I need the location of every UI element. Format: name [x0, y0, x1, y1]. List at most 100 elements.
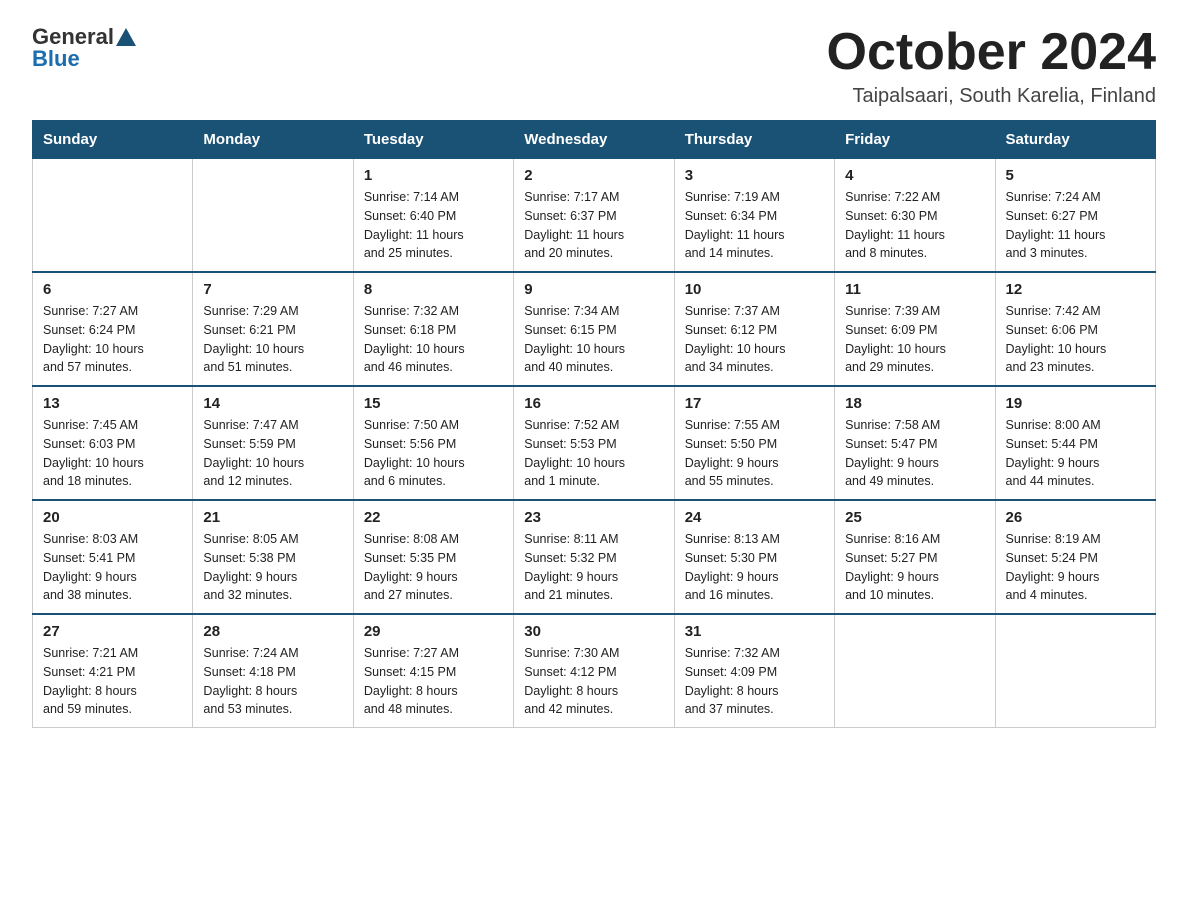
day-number: 13	[43, 395, 182, 412]
calendar-cell: 11 Sunrise: 7:39 AM Sunset: 6:09 PM Dayli…	[835, 272, 995, 386]
day-number: 2	[524, 167, 663, 184]
day-number: 17	[685, 395, 824, 412]
day-number: 5	[1006, 167, 1145, 184]
calendar-table: SundayMondayTuesdayWednesdayThursdayFrid…	[32, 120, 1156, 728]
calendar-cell: 21 Sunrise: 8:05 AM Sunset: 5:38 PM Dayli…	[193, 500, 353, 614]
day-of-week-header: Saturday	[995, 121, 1155, 159]
day-info: Sunrise: 8:19 AM Sunset: 5:24 PM Dayligh…	[1006, 530, 1145, 605]
day-number: 15	[364, 395, 503, 412]
day-info: Sunrise: 7:37 AM Sunset: 6:12 PM Dayligh…	[685, 302, 824, 377]
calendar-cell: 5 Sunrise: 7:24 AM Sunset: 6:27 PM Daylig…	[995, 159, 1155, 273]
day-number: 4	[845, 167, 984, 184]
calendar-cell: 2 Sunrise: 7:17 AM Sunset: 6:37 PM Daylig…	[514, 159, 674, 273]
calendar-week-row: 27Sunrise: 7:21 AM Sunset: 4:21 PM Dayli…	[33, 614, 1156, 728]
month-title: October 2024	[827, 24, 1157, 81]
day-info: Sunrise: 7:27 AM Sunset: 4:15 PM Dayligh…	[364, 644, 503, 719]
calendar-cell: 26 Sunrise: 8:19 AM Sunset: 5:24 PM Dayli…	[995, 500, 1155, 614]
day-number: 31	[685, 623, 824, 640]
day-info: Sunrise: 7:45 AM Sunset: 6:03 PM Dayligh…	[43, 416, 182, 491]
day-info: Sunrise: 7:24 AM Sunset: 6:27 PM Dayligh…	[1006, 188, 1145, 263]
day-number: 25	[845, 509, 984, 526]
day-number: 16	[524, 395, 663, 412]
calendar-cell: 28 Sunrise: 7:24 AM Sunset: 4:18 PM Dayli…	[193, 614, 353, 728]
day-number: 20	[43, 509, 182, 526]
calendar-cell: 3 Sunrise: 7:19 AM Sunset: 6:34 PM Daylig…	[674, 159, 834, 273]
day-info: Sunrise: 7:22 AM Sunset: 6:30 PM Dayligh…	[845, 188, 984, 263]
calendar-cell: 27Sunrise: 7:21 AM Sunset: 4:21 PM Dayli…	[33, 614, 193, 728]
day-number: 27	[43, 623, 182, 640]
day-info: Sunrise: 7:42 AM Sunset: 6:06 PM Dayligh…	[1006, 302, 1145, 377]
calendar-cell: 10 Sunrise: 7:37 AM Sunset: 6:12 PM Dayli…	[674, 272, 834, 386]
logo: General Blue	[32, 24, 138, 72]
day-number: 3	[685, 167, 824, 184]
page-header: General Blue October 2024 Taipalsaari, S…	[32, 24, 1156, 108]
day-number: 29	[364, 623, 503, 640]
day-info: Sunrise: 7:27 AM Sunset: 6:24 PM Dayligh…	[43, 302, 182, 377]
day-info: Sunrise: 8:13 AM Sunset: 5:30 PM Dayligh…	[685, 530, 824, 605]
day-info: Sunrise: 8:03 AM Sunset: 5:41 PM Dayligh…	[43, 530, 182, 605]
day-info: Sunrise: 8:11 AM Sunset: 5:32 PM Dayligh…	[524, 530, 663, 605]
calendar-cell: 4 Sunrise: 7:22 AM Sunset: 6:30 PM Daylig…	[835, 159, 995, 273]
day-of-week-header: Monday	[193, 121, 353, 159]
calendar-cell: 1Sunrise: 7:14 AM Sunset: 6:40 PM Daylig…	[353, 159, 513, 273]
calendar-cell: 7 Sunrise: 7:29 AM Sunset: 6:21 PM Daylig…	[193, 272, 353, 386]
day-number: 7	[203, 281, 342, 298]
day-number: 11	[845, 281, 984, 298]
day-info: Sunrise: 7:55 AM Sunset: 5:50 PM Dayligh…	[685, 416, 824, 491]
calendar-cell: 22Sunrise: 8:08 AM Sunset: 5:35 PM Dayli…	[353, 500, 513, 614]
calendar-cell: 6 Sunrise: 7:27 AM Sunset: 6:24 PM Daylig…	[33, 272, 193, 386]
day-number: 21	[203, 509, 342, 526]
calendar-cell: 8Sunrise: 7:32 AM Sunset: 6:18 PM Daylig…	[353, 272, 513, 386]
calendar-cell: 14Sunrise: 7:47 AM Sunset: 5:59 PM Dayli…	[193, 386, 353, 500]
calendar-cell: 13 Sunrise: 7:45 AM Sunset: 6:03 PM Dayli…	[33, 386, 193, 500]
day-number: 22	[364, 509, 503, 526]
day-info: Sunrise: 7:52 AM Sunset: 5:53 PM Dayligh…	[524, 416, 663, 491]
day-info: Sunrise: 8:16 AM Sunset: 5:27 PM Dayligh…	[845, 530, 984, 605]
day-of-week-header: Sunday	[33, 121, 193, 159]
day-number: 6	[43, 281, 182, 298]
day-info: Sunrise: 7:19 AM Sunset: 6:34 PM Dayligh…	[685, 188, 824, 263]
day-info: Sunrise: 7:30 AM Sunset: 4:12 PM Dayligh…	[524, 644, 663, 719]
calendar-cell: 16 Sunrise: 7:52 AM Sunset: 5:53 PM Dayli…	[514, 386, 674, 500]
calendar-cell: 31Sunrise: 7:32 AM Sunset: 4:09 PM Dayli…	[674, 614, 834, 728]
day-number: 23	[524, 509, 663, 526]
day-of-week-header: Wednesday	[514, 121, 674, 159]
calendar-cell: 18 Sunrise: 7:58 AM Sunset: 5:47 PM Dayli…	[835, 386, 995, 500]
calendar-header-row: SundayMondayTuesdayWednesdayThursdayFrid…	[33, 121, 1156, 159]
day-number: 30	[524, 623, 663, 640]
calendar-cell: 19 Sunrise: 8:00 AM Sunset: 5:44 PM Dayli…	[995, 386, 1155, 500]
calendar-cell: 29 Sunrise: 7:27 AM Sunset: 4:15 PM Dayli…	[353, 614, 513, 728]
day-info: Sunrise: 7:17 AM Sunset: 6:37 PM Dayligh…	[524, 188, 663, 263]
calendar-cell: 9Sunrise: 7:34 AM Sunset: 6:15 PM Daylig…	[514, 272, 674, 386]
day-number: 12	[1006, 281, 1145, 298]
calendar-cell	[995, 614, 1155, 728]
day-info: Sunrise: 7:24 AM Sunset: 4:18 PM Dayligh…	[203, 644, 342, 719]
day-number: 28	[203, 623, 342, 640]
title-block: October 2024 Taipalsaari, South Karelia,…	[827, 24, 1157, 108]
calendar-week-row: 20 Sunrise: 8:03 AM Sunset: 5:41 PM Dayli…	[33, 500, 1156, 614]
logo-blue-text: Blue	[32, 46, 80, 71]
calendar-cell	[33, 159, 193, 273]
day-info: Sunrise: 7:47 AM Sunset: 5:59 PM Dayligh…	[203, 416, 342, 491]
calendar-cell: 30 Sunrise: 7:30 AM Sunset: 4:12 PM Dayli…	[514, 614, 674, 728]
calendar-week-row: 1Sunrise: 7:14 AM Sunset: 6:40 PM Daylig…	[33, 159, 1156, 273]
location-subtitle: Taipalsaari, South Karelia, Finland	[827, 85, 1157, 108]
day-info: Sunrise: 8:05 AM Sunset: 5:38 PM Dayligh…	[203, 530, 342, 605]
day-info: Sunrise: 8:00 AM Sunset: 5:44 PM Dayligh…	[1006, 416, 1145, 491]
day-number: 26	[1006, 509, 1145, 526]
calendar-cell: 25 Sunrise: 8:16 AM Sunset: 5:27 PM Dayli…	[835, 500, 995, 614]
day-of-week-header: Thursday	[674, 121, 834, 159]
calendar-cell: 23 Sunrise: 8:11 AM Sunset: 5:32 PM Dayli…	[514, 500, 674, 614]
calendar-cell	[835, 614, 995, 728]
calendar-cell: 24Sunrise: 8:13 AM Sunset: 5:30 PM Dayli…	[674, 500, 834, 614]
calendar-week-row: 13 Sunrise: 7:45 AM Sunset: 6:03 PM Dayli…	[33, 386, 1156, 500]
day-of-week-header: Tuesday	[353, 121, 513, 159]
day-info: Sunrise: 7:29 AM Sunset: 6:21 PM Dayligh…	[203, 302, 342, 377]
day-info: Sunrise: 7:58 AM Sunset: 5:47 PM Dayligh…	[845, 416, 984, 491]
calendar-cell: 15Sunrise: 7:50 AM Sunset: 5:56 PM Dayli…	[353, 386, 513, 500]
day-info: Sunrise: 7:39 AM Sunset: 6:09 PM Dayligh…	[845, 302, 984, 377]
calendar-week-row: 6 Sunrise: 7:27 AM Sunset: 6:24 PM Daylig…	[33, 272, 1156, 386]
day-number: 18	[845, 395, 984, 412]
day-number: 10	[685, 281, 824, 298]
day-number: 19	[1006, 395, 1145, 412]
